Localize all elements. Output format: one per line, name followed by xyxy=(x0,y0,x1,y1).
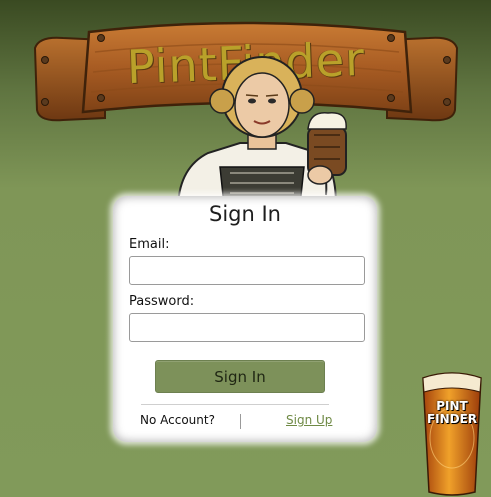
password-field[interactable] xyxy=(129,313,365,342)
no-account-text: No Account? xyxy=(140,413,215,427)
email-field[interactable] xyxy=(129,256,365,285)
pint-logo-line2: FINDER xyxy=(426,412,478,426)
signin-card: Sign In Email: Password: Sign In No Acco… xyxy=(113,196,377,442)
password-label: Password: xyxy=(129,294,195,309)
mascot-svg xyxy=(176,56,347,205)
beer-maid-mascot xyxy=(168,55,358,205)
footer-separator xyxy=(240,414,241,429)
pint-glass-logo: PINT FINDER xyxy=(419,368,485,496)
signin-title: Sign In xyxy=(209,202,281,226)
sign-up-link[interactable]: Sign Up xyxy=(286,413,332,427)
pint-glass-svg xyxy=(422,372,482,496)
sign-in-button[interactable]: Sign In xyxy=(155,360,325,393)
card-divider xyxy=(141,404,329,405)
email-label: Email: xyxy=(129,237,170,252)
